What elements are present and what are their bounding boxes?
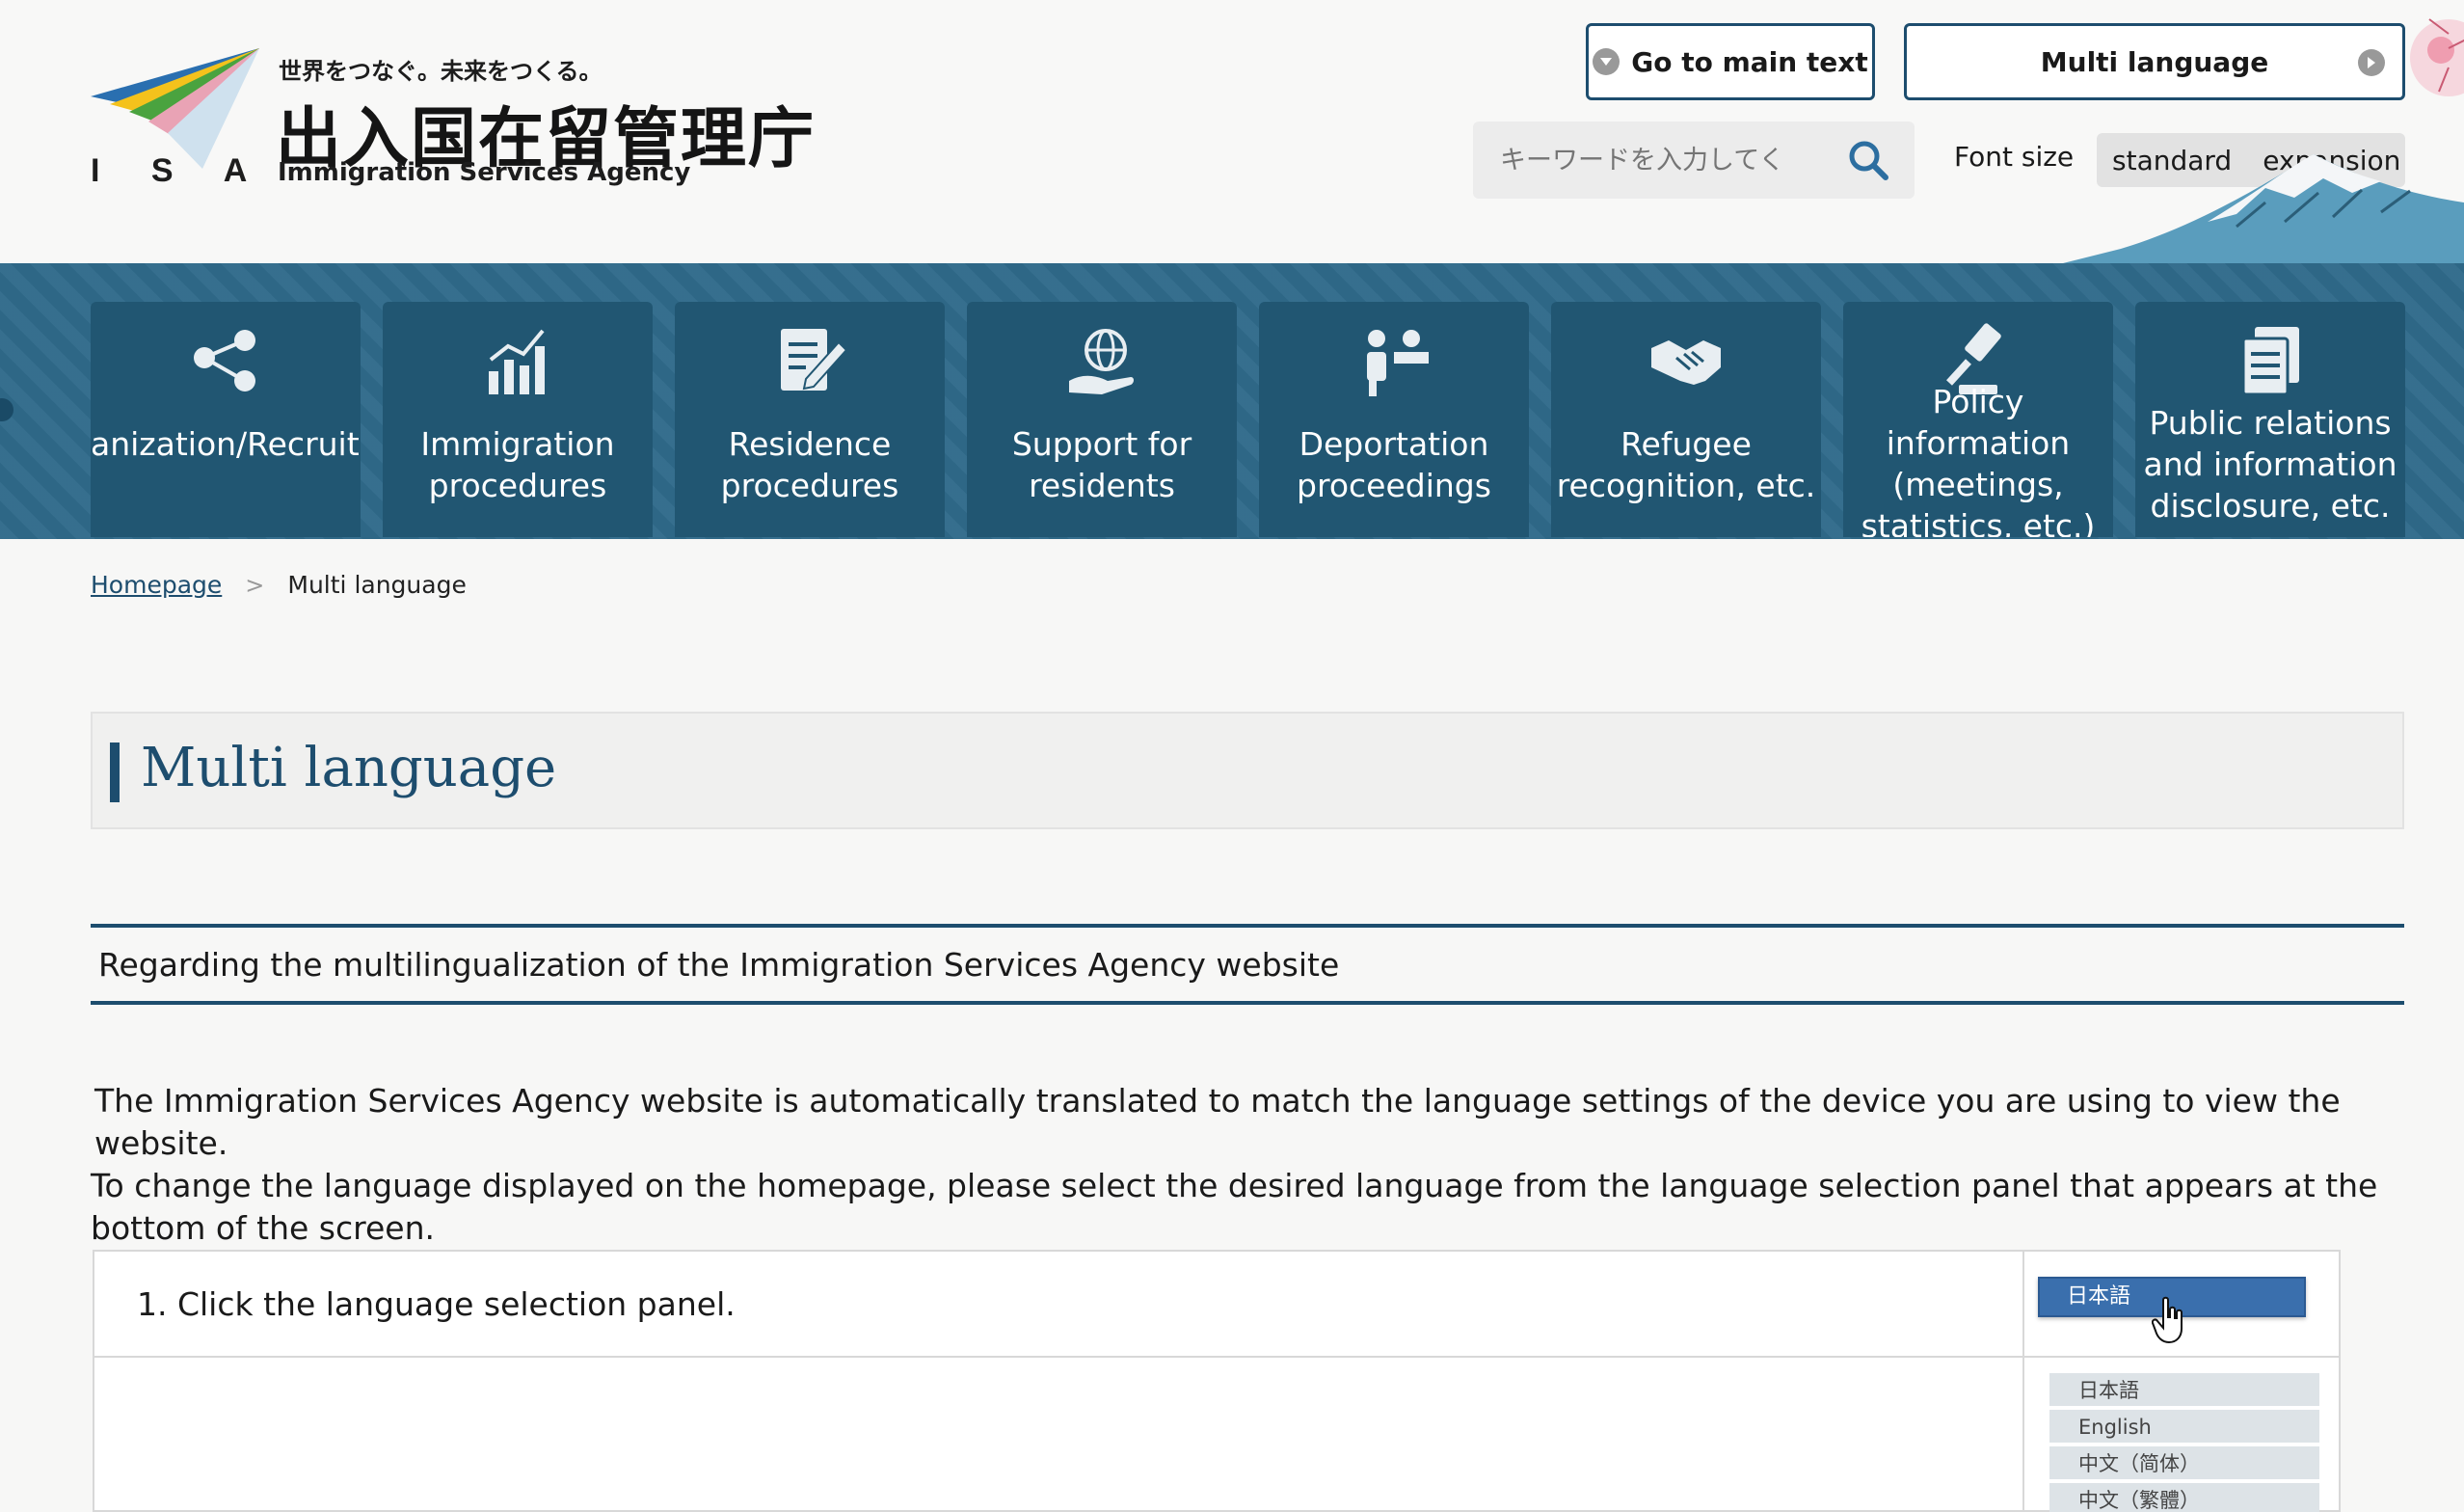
intro-paragraph: The Immigration Services Agency website … [91,1080,2404,1250]
documents-icon [2241,327,2299,396]
title-accent-bar [110,742,120,802]
font-size-label: Font size [1954,141,2075,173]
nav-item-support-residents[interactable]: Support for residents [967,302,1237,537]
page-title-box: Multi language [91,712,2404,829]
nav-item-immigration-procedures-label: Immigration procedures [420,425,615,504]
sample-language-list: 日本語 English 中文（简体） 中文（繁體） [2049,1373,2319,1512]
section-heading: Regarding the multilingualization of the… [91,924,2404,1005]
page-title: Multi language [141,737,557,799]
site-logo[interactable]: I S A 世界をつなぐ。未来をつくる。 出入国在留管理庁 Immigratio… [91,48,814,193]
nav-item-organization[interactable]: anization/Recruitm [91,302,361,537]
hand-cursor-icon [2152,1296,2183,1344]
nav-item-policy-information-label: Policy information (meetings, statistics… [1861,383,2096,537]
step-1-cell: 1. Click the language selection panel. [94,1252,2024,1356]
nav-item-residence-procedures-label: Residence procedures [720,425,899,504]
chevron-down-icon [1593,48,1620,75]
chart-icon [489,329,545,394]
search-input[interactable] [1500,139,1837,181]
document-edit-icon [781,329,848,391]
nav-item-residence-procedures[interactable]: Residence procedures [675,302,945,537]
people-icon [1367,330,1429,396]
global-navigation: anization/Recruitm Immigration procedure… [0,263,2464,539]
chevron-right-icon: > [245,571,265,599]
handshake-icon [1651,340,1721,385]
site-search [1473,122,1915,199]
sample-language-option: 中文（简体） [2049,1446,2319,1483]
intro-line-1: The Immigration Services Agency website … [94,1082,2341,1162]
steps-table: 1. Click the language selection panel. 日… [93,1250,2341,1512]
mount-fuji-decoration-icon [2063,18,2464,263]
step-1-text: 1. Click the language selection panel. [137,1284,736,1323]
organization-icon [194,330,255,392]
go-to-main-text-label: Go to main text [1631,45,1868,78]
step-1-image-cell: 日本語 [2026,1252,2339,1356]
nav-item-refugee-label: Refugee recognition, etc. [1556,425,1816,504]
logo-name-en: Immigration Services Agency [278,158,691,187]
nav-item-immigration-procedures[interactable]: Immigration procedures [383,302,653,537]
nav-scroll-indicator [0,398,13,421]
nav-item-deportation-label: Deportation proceedings [1297,425,1491,504]
nav-item-public-relations[interactable]: Public relations and information disclos… [2135,302,2405,537]
intro-line-2: To change the language displayed on the … [91,1167,2378,1247]
nav-item-organization-label: anization/Recruitm [91,425,361,463]
table-row: 1. Click the language selection panel. 日… [94,1252,2339,1358]
breadcrumb: Homepage > Multi language [91,571,467,599]
globe-hand-icon [1069,329,1134,394]
nav-item-public-relations-label: Public relations and information disclos… [2143,404,2397,525]
sample-language-option: English [2049,1410,2319,1446]
site-header: I S A 世界をつなぐ。未来をつくる。 出入国在留管理庁 Immigratio… [0,0,2464,263]
nav-item-refugee[interactable]: Refugee recognition, etc. [1551,302,1821,537]
nav-item-policy-information[interactable]: Policy information (meetings, statistics… [1843,302,2113,537]
logo-isa-text: I S A [91,152,269,189]
logo-tagline: 世界をつなぐ。未来をつくる。 [279,58,603,85]
nav-item-deportation[interactable]: Deportation proceedings [1259,302,1529,537]
nav-item-support-residents-label: Support for residents [1011,425,1192,504]
sample-language-option: 中文（繁體） [2049,1483,2319,1512]
step-2-cell [94,1358,2024,1512]
go-to-main-text-button[interactable]: Go to main text [1586,23,1875,100]
sample-language-option: 日本語 [2049,1373,2319,1410]
section-heading-text: Regarding the multilingualization of the… [98,945,1340,984]
search-icon[interactable] [1847,139,1889,181]
breadcrumb-home-link[interactable]: Homepage [91,571,222,599]
breadcrumb-current: Multi language [287,571,467,599]
